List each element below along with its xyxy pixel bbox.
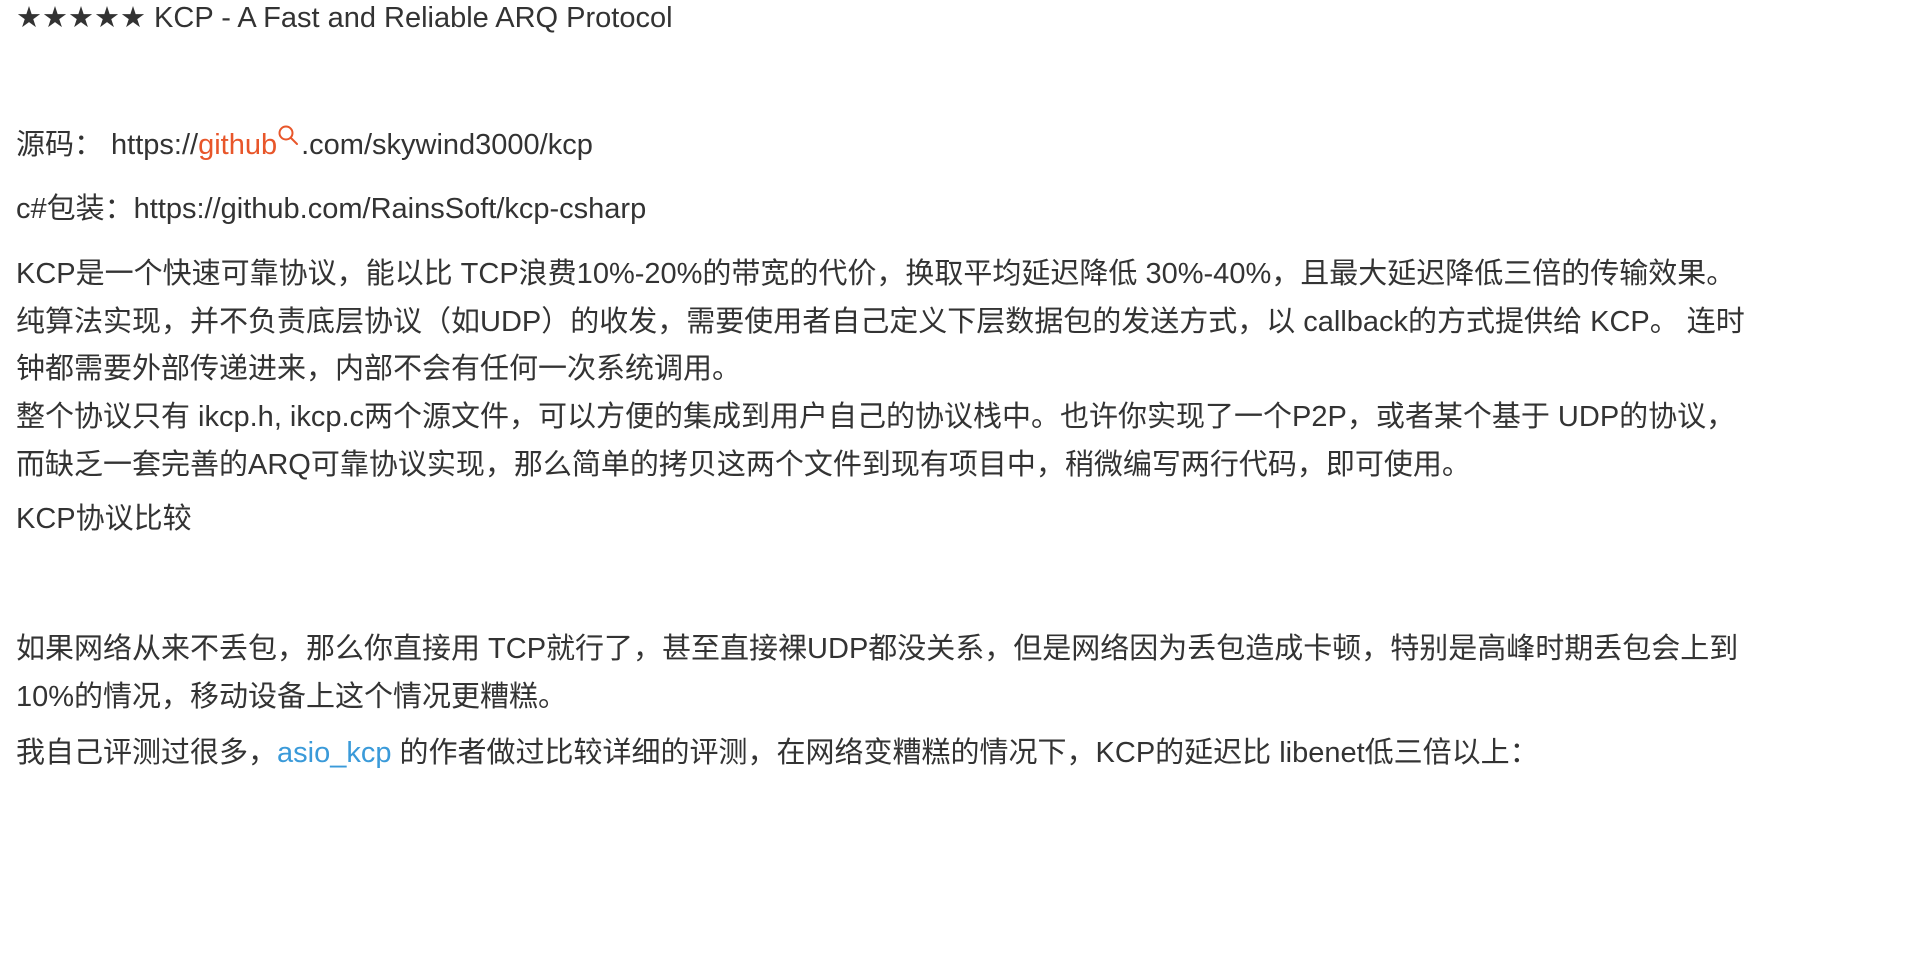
github-keyword-link[interactable]: github <box>198 129 277 161</box>
source-line: 源码： https://github .com/skywind3000/kcp <box>16 122 1928 170</box>
files-line: 整个协议只有 ikcp.h, ikcp.c两个源文件，可以方便的集成到用户自己的… <box>16 401 1736 433</box>
intro-line: KCP是一个快速可靠协议，能以比 TCP浪费10%-20%的带宽的代价，换取平均… <box>16 258 1736 290</box>
files-paragraph: 整个协议只有 ikcp.h, ikcp.c两个源文件，可以方便的集成到用户自己的… <box>16 394 1928 489</box>
eval-prefix: 我自己评测过很多， <box>16 737 278 769</box>
compare-heading: KCP协议比较 <box>16 496 1928 544</box>
source-prefix: 源码： https:// <box>16 129 199 161</box>
article: ★★★★★ KCP - A Fast and Reliable ARQ Prot… <box>0 0 1932 960</box>
intro-paragraph: KCP是一个快速可靠协议，能以比 TCP浪费10%-20%的带宽的代价，换取平均… <box>16 251 1928 394</box>
csharp-text: c#包装：https://github.com/RainsSoft/kcp-cs… <box>16 193 647 225</box>
source-suffix: .com/skywind3000/kcp <box>301 129 593 161</box>
csharp-line: c#包装：https://github.com/RainsSoft/kcp-cs… <box>16 186 1928 234</box>
network-line: 如果网络从来不丢包，那么你直接用 TCP就行了，甚至直接裸UDP都没关系，但是网… <box>16 633 1739 665</box>
intro-line: 钟都需要外部传递进来，内部不会有任何一次系统调用。 <box>16 353 742 385</box>
article-title: ★★★★★ KCP - A Fast and Reliable ARQ Prot… <box>16 2 673 34</box>
eval-suffix: 的作者做过比较详细的评测，在网络变糟糕的情况下，KCP的延迟比 libenet低… <box>391 737 1539 769</box>
compare-heading-text: KCP协议比较 <box>16 503 192 535</box>
network-paragraph: 如果网络从来不丢包，那么你直接用 TCP就行了，甚至直接裸UDP都没关系，但是网… <box>16 626 1928 721</box>
search-icon[interactable] <box>277 122 301 150</box>
intro-line: 纯算法实现，并不负责底层协议（如UDP）的收发，需要使用者自己定义下层数据包的发… <box>16 305 1745 338</box>
network-line: 10%的情况，移动设备上这个情况更糟糕。 <box>16 680 568 713</box>
asio-kcp-link[interactable]: asio_kcp <box>277 737 391 769</box>
files-line: 而缺乏一套完善的ARQ可靠协议实现，那么简单的拷贝这两个文件到现有项目中，稍微编… <box>16 448 1471 481</box>
eval-line: 我自己评测过很多，asio_kcp 的作者做过比较详细的评测，在网络变糟糕的情况… <box>16 730 1928 778</box>
